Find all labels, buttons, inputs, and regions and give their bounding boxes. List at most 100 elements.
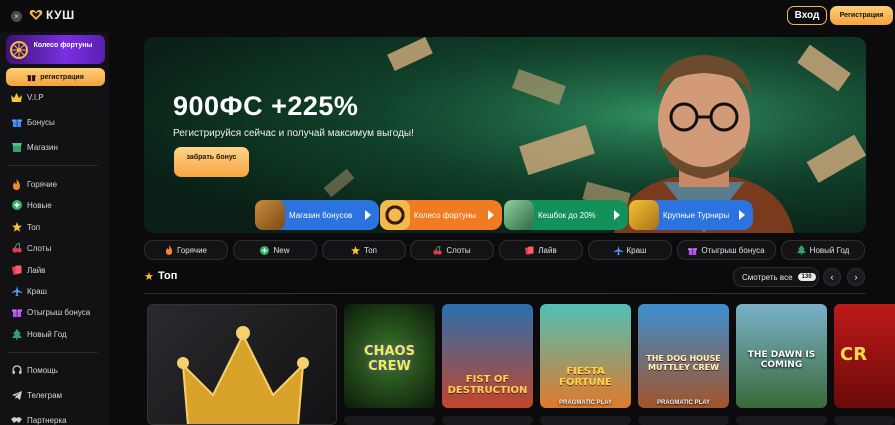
hero-title: 900ФС +225% <box>173 91 359 121</box>
sidebar-item-bonuses[interactable]: Бонусы <box>0 114 109 130</box>
wheel-of-fortune-card[interactable]: Колесо фортуны <box>6 35 105 64</box>
game-title: FIST OF DESTRUCTION <box>447 374 528 396</box>
sidebar-item-top[interactable]: Топ <box>0 219 109 235</box>
game-tile[interactable] <box>540 416 631 425</box>
cash-icon <box>504 200 534 230</box>
cherry-icon <box>11 243 22 254</box>
plane-icon <box>613 245 623 255</box>
pill-label: Магазин бонусов <box>289 210 353 220</box>
sidebar-item-bonus-wagering[interactable]: Отыгрыш бонуса <box>0 304 109 320</box>
featured-game-tile[interactable] <box>147 304 337 425</box>
login-button[interactable]: Вход <box>787 6 827 25</box>
telegram-icon <box>11 390 22 401</box>
gift-icon <box>27 74 36 81</box>
chip-icon <box>525 245 534 255</box>
play-arrow-icon <box>488 210 494 220</box>
game-title: CR <box>840 344 868 365</box>
game-title: FIESTA FORTUNE <box>559 366 612 388</box>
pill-cashback[interactable]: Кешбок до 20% <box>504 200 628 230</box>
tab-label: New <box>273 245 290 255</box>
sidebar-item-new[interactable]: Новые <box>0 197 109 213</box>
gift-icon <box>11 307 22 318</box>
star-icon <box>11 222 22 233</box>
game-tile[interactable] <box>344 416 435 425</box>
tree-icon <box>11 328 22 340</box>
tree-icon <box>796 245 806 255</box>
play-arrow-icon <box>614 210 620 220</box>
pill-label: Кешбок до 20% <box>538 210 596 220</box>
game-tile[interactable] <box>442 416 533 425</box>
sidebar-item-label: Топ <box>27 222 41 232</box>
close-icon[interactable]: × <box>11 11 22 22</box>
sidebar-item-label: Лайв <box>27 265 46 275</box>
sidebar-item-slots[interactable]: Слоты <box>0 240 109 256</box>
sidebar-item-crash[interactable]: Краш <box>0 283 109 299</box>
tab-bonus-wagering[interactable]: Отыгрыш бонуса <box>677 240 776 260</box>
gift-icon <box>11 117 22 128</box>
play-arrow-icon <box>739 210 745 220</box>
sidebar-item-label: Партнерка <box>27 415 67 425</box>
register-button[interactable]: Регистрация <box>830 6 893 25</box>
fire-icon <box>165 245 173 255</box>
game-tile[interactable]: CR <box>834 304 895 408</box>
game-tile[interactable] <box>834 416 895 425</box>
tab-live[interactable]: Лайв <box>499 240 583 260</box>
section-divider <box>144 293 866 294</box>
game-tile[interactable] <box>638 416 729 425</box>
sidebar-item-help[interactable]: Помощь <box>0 362 109 378</box>
tab-label: Лайв <box>538 245 557 255</box>
game-tile[interactable]: THE DOG HOUSE MUTTLEY CREW PRAGMATIC PLA… <box>638 304 729 408</box>
sidebar-item-label: Отыгрыш бонуса <box>27 307 91 317</box>
tab-label: Горячие <box>176 245 208 255</box>
sidebar-register-button[interactable]: регистрация <box>6 68 105 86</box>
game-tile[interactable] <box>736 416 827 425</box>
sidebar-item-label: Магазин <box>27 142 58 152</box>
top-bar: × КУШ Вход Регистрация <box>0 0 895 32</box>
game-tile[interactable]: THE DAWN IS COMING <box>736 304 827 408</box>
sidebar-item-live[interactable]: Лайв <box>0 262 109 278</box>
game-tile[interactable]: CHAOS CREW <box>344 304 435 408</box>
handshake-icon <box>11 415 22 425</box>
headset-icon <box>11 365 22 376</box>
wheel-card-label: Колесо фортуны <box>33 42 93 49</box>
game-provider: PRAGMATIC PLAY <box>558 400 612 406</box>
pill-label: Крупные Турниры <box>663 210 730 220</box>
tab-slots[interactable]: Слоты <box>410 240 494 260</box>
sidebar-item-hot[interactable]: Горячие <box>0 176 109 192</box>
heart-logo-icon <box>29 10 43 20</box>
pill-wheel-of-fortune[interactable]: Колесо фортуны <box>380 200 502 230</box>
tab-label: Новый Год <box>809 245 850 255</box>
tab-new-year[interactable]: Новый Год <box>781 240 865 260</box>
plus-circle-icon <box>11 200 22 211</box>
tab-new[interactable]: New <box>233 240 317 260</box>
cherry-icon <box>433 245 443 255</box>
game-title: THE DAWN IS COMING <box>747 350 816 370</box>
sidebar-item-vip[interactable]: V.I.P <box>0 89 109 105</box>
game-tile[interactable]: FIST OF DESTRUCTION <box>442 304 533 408</box>
tab-label: Слоты <box>446 245 471 255</box>
crown-icon <box>177 326 309 424</box>
chip-icon <box>11 265 22 276</box>
gift-icon <box>688 247 698 255</box>
tab-hot[interactable]: Горячие <box>144 240 228 260</box>
tab-crash[interactable]: Краш <box>588 240 672 260</box>
logo[interactable]: КУШ <box>29 8 75 22</box>
see-all-count: 130 <box>797 273 816 281</box>
sidebar-item-label: Краш <box>27 286 47 296</box>
claim-bonus-button[interactable]: забрать бонус <box>174 147 249 177</box>
tab-top[interactable]: Топ <box>322 240 406 260</box>
logo-text: КУШ <box>46 8 75 22</box>
prev-arrow-icon[interactable]: ‹ <box>823 268 841 286</box>
sidebar-divider <box>8 352 98 353</box>
sidebar-item-label: Горячие <box>27 179 58 189</box>
see-all-button[interactable]: Смотреть все 130 <box>733 267 819 287</box>
sidebar-item-telegram[interactable]: Телеграм <box>0 387 109 403</box>
crown-icon <box>11 92 22 103</box>
pill-tournaments[interactable]: Крупные Турниры <box>629 200 753 230</box>
sidebar-item-new-year[interactable]: Новый Год <box>0 326 109 342</box>
next-arrow-icon[interactable]: › <box>847 268 865 286</box>
pill-bonus-shop[interactable]: Магазин бонусов <box>255 200 379 230</box>
game-tile[interactable]: FIESTA FORTUNE PRAGMATIC PLAY <box>540 304 631 408</box>
sidebar-item-partners[interactable]: Партнерка <box>0 412 109 425</box>
sidebar-item-shop[interactable]: Магазин <box>0 139 109 155</box>
